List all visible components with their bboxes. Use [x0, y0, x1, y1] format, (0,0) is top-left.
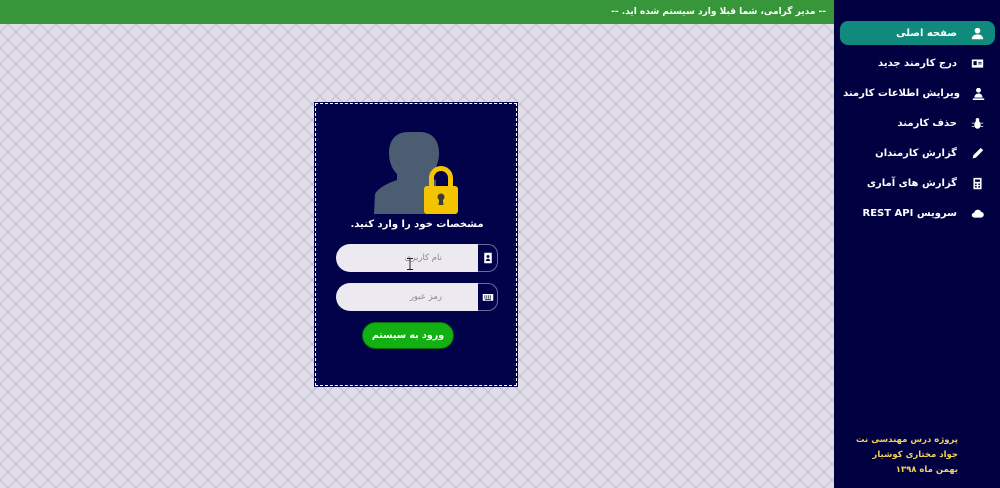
credits-author: جواد مختاری کوشیار [872, 450, 958, 460]
sidebar-item-label: درج کارمند جدید [878, 57, 957, 69]
credits-date: بهمن ماه ۱۳۹۸ [895, 465, 958, 475]
sidebar-item-statistics-report[interactable]: گزارش های آماری [840, 171, 995, 195]
sidebar-item-rest-api[interactable]: سرویس REST API [840, 201, 995, 225]
sidebar-item-label: سرویس REST API [862, 207, 957, 219]
sidebar-item-add-employee[interactable]: درج کارمند جدید [840, 51, 995, 75]
sidebar-item-employee-report[interactable]: گزارش کارمندان [840, 141, 995, 165]
password-input[interactable] [336, 283, 458, 311]
keyboard-icon [478, 283, 498, 311]
sidebar-item-edit-employee[interactable]: ویرایش اطلاعات کارمند [840, 81, 995, 105]
id-card-icon [969, 55, 985, 71]
login-title: مشخصات خود را وارد کنید. [350, 219, 484, 230]
sidebar-item-label: حذف کارمند [897, 117, 957, 129]
login-submit-button[interactable]: ورود به سیستم [362, 322, 454, 349]
top-status-bar: -- مدیر گرامی، شما قبلا وارد سیستم شده ا… [0, 0, 834, 24]
credits-project: پروژه درس مهندسی نت [856, 435, 958, 445]
text-cursor-icon [407, 258, 413, 270]
calculator-icon [969, 175, 985, 191]
user-lock-avatar-icon [374, 132, 458, 214]
sidebar-item-label: ویرایش اطلاعات کارمند [843, 87, 960, 99]
sidebar-item-label: گزارش کارمندان [875, 147, 957, 159]
password-field [336, 283, 498, 311]
contact-card-icon [478, 244, 498, 272]
credits: پروژه درس مهندسی نت جواد مختاری کوشیار ب… [834, 433, 1000, 478]
sidebar-item-label: صفحه اصلی [896, 27, 957, 39]
bug-icon [969, 115, 985, 131]
user-edit-icon [972, 85, 985, 101]
sidebar: صفحه اصلی درج کارمند جدید ویرایش اطلاعات… [834, 0, 1000, 488]
sidebar-nav: صفحه اصلی درج کارمند جدید ویرایش اطلاعات… [834, 0, 1000, 225]
sidebar-item-delete-employee[interactable]: حذف کارمند [840, 111, 995, 135]
login-card: مشخصات خود را وارد کنید. ورود به سیستم [314, 102, 518, 387]
username-input[interactable] [336, 244, 458, 272]
cloud-icon [969, 205, 985, 221]
pen-icon [969, 145, 985, 161]
status-message: -- مدیر گرامی، شما قبلا وارد سیستم شده ا… [611, 7, 826, 17]
sidebar-item-home[interactable]: صفحه اصلی [840, 21, 995, 45]
user-icon [969, 25, 985, 41]
sidebar-item-label: گزارش های آماری [866, 177, 957, 189]
